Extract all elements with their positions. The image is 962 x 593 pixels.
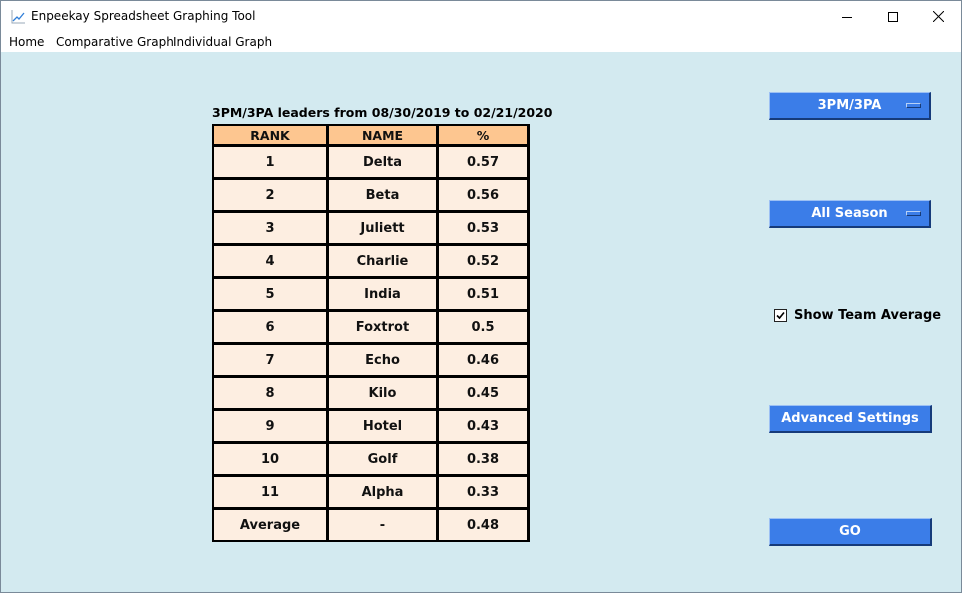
table-cell-name: Beta — [329, 180, 436, 210]
show-team-average-label: Show Team Average — [794, 308, 942, 323]
table-cell-percent: 0.5 — [439, 312, 527, 342]
table-cell-name: Alpha — [329, 477, 436, 507]
table-cell-rank: 5 — [214, 279, 326, 309]
minimize-button[interactable] — [824, 1, 870, 32]
stat-option-label: 3PM/3PA — [817, 98, 882, 113]
range-option-label: All Season — [811, 206, 888, 221]
table-cell-rank: 6 — [214, 312, 326, 342]
go-label: GO — [839, 524, 861, 539]
check-icon — [776, 311, 785, 320]
dropdown-indicator-icon — [906, 103, 921, 108]
column-header-percent: % — [439, 126, 527, 144]
title-bar[interactable]: Enpeekay Spreadsheet Graphing Tool — [1, 1, 961, 32]
table-cell-rank: 10 — [214, 444, 326, 474]
table-cell-percent: 0.57 — [439, 147, 527, 177]
close-button[interactable] — [915, 1, 961, 32]
table-cell-name: Hotel — [329, 411, 436, 441]
table-cell-name: Juliett — [329, 213, 436, 243]
average-row-percent: 0.48 — [439, 510, 527, 540]
average-row-name: - — [329, 510, 436, 540]
table-cell-percent: 0.52 — [439, 246, 527, 276]
window-title: Enpeekay Spreadsheet Graphing Tool — [31, 9, 256, 23]
table-cell-rank: 4 — [214, 246, 326, 276]
table-cell-name: India — [329, 279, 436, 309]
leaders-table: RANK NAME% 1 Delta 0.57 2 Beta 0.56 3 Juliett 0.53… — [212, 124, 530, 542]
table-cell-percent: 0.56 — [439, 180, 527, 210]
table-cell-name: Charlie — [329, 246, 436, 276]
table-cell-rank: 7 — [214, 345, 326, 375]
menu-bar: Home Comparative Graph Individual Graph — [1, 32, 961, 52]
table-cell-name: Delta — [329, 147, 436, 177]
table-cell-name: Kilo — [329, 378, 436, 408]
menu-home[interactable]: Home — [9, 35, 44, 49]
table-cell-name: Foxtrot — [329, 312, 436, 342]
table-cell-rank: 2 — [214, 180, 326, 210]
table-cell-percent: 0.51 — [439, 279, 527, 309]
dropdown-indicator-icon — [906, 211, 921, 216]
column-header-name: NAME — [329, 126, 436, 144]
table-cell-rank: 8 — [214, 378, 326, 408]
go-button[interactable]: GO — [769, 518, 932, 546]
table-cell-rank: 1 — [214, 147, 326, 177]
table-cell-rank: 3 — [214, 213, 326, 243]
advanced-settings-button[interactable]: Advanced Settings — [769, 405, 932, 433]
close-icon — [932, 11, 944, 22]
table-cell-percent: 0.53 — [439, 213, 527, 243]
table-cell-percent: 0.46 — [439, 345, 527, 375]
menu-individual-graph[interactable]: Individual Graph — [173, 35, 272, 49]
table-cell-percent: 0.38 — [439, 444, 527, 474]
advanced-settings-label: Advanced Settings — [781, 411, 919, 426]
range-option-menu[interactable]: All Season — [769, 200, 931, 228]
table-cell-name: Echo — [329, 345, 436, 375]
table-cell-rank: 9 — [214, 411, 326, 441]
minimize-icon — [842, 16, 852, 18]
table-cell-name: Golf — [329, 444, 436, 474]
table-title: 3PM/3PA leaders from 08/30/2019 to 02/21… — [212, 105, 553, 120]
main-panel: 3PM/3PA leaders from 08/30/2019 to 02/21… — [1, 52, 961, 592]
app-window: Enpeekay Spreadsheet Graphing Tool Home … — [0, 0, 962, 593]
menu-comparative-graph[interactable]: Comparative Graph — [56, 35, 174, 49]
show-team-average-checkbox[interactable]: Show Team Average — [774, 308, 941, 323]
table-cell-percent: 0.43 — [439, 411, 527, 441]
table-cell-percent: 0.33 — [439, 477, 527, 507]
maximize-icon — [888, 11, 898, 22]
table-cell-rank: 11 — [214, 477, 326, 507]
maximize-button[interactable] — [870, 1, 916, 32]
line-chart-icon — [10, 9, 26, 25]
stat-option-menu[interactable]: 3PM/3PA — [769, 92, 931, 120]
column-header-rank: RANK — [214, 126, 326, 144]
average-row-rank: Average — [214, 510, 326, 540]
checkbox-box[interactable] — [774, 309, 787, 322]
table-cell-percent: 0.45 — [439, 378, 527, 408]
